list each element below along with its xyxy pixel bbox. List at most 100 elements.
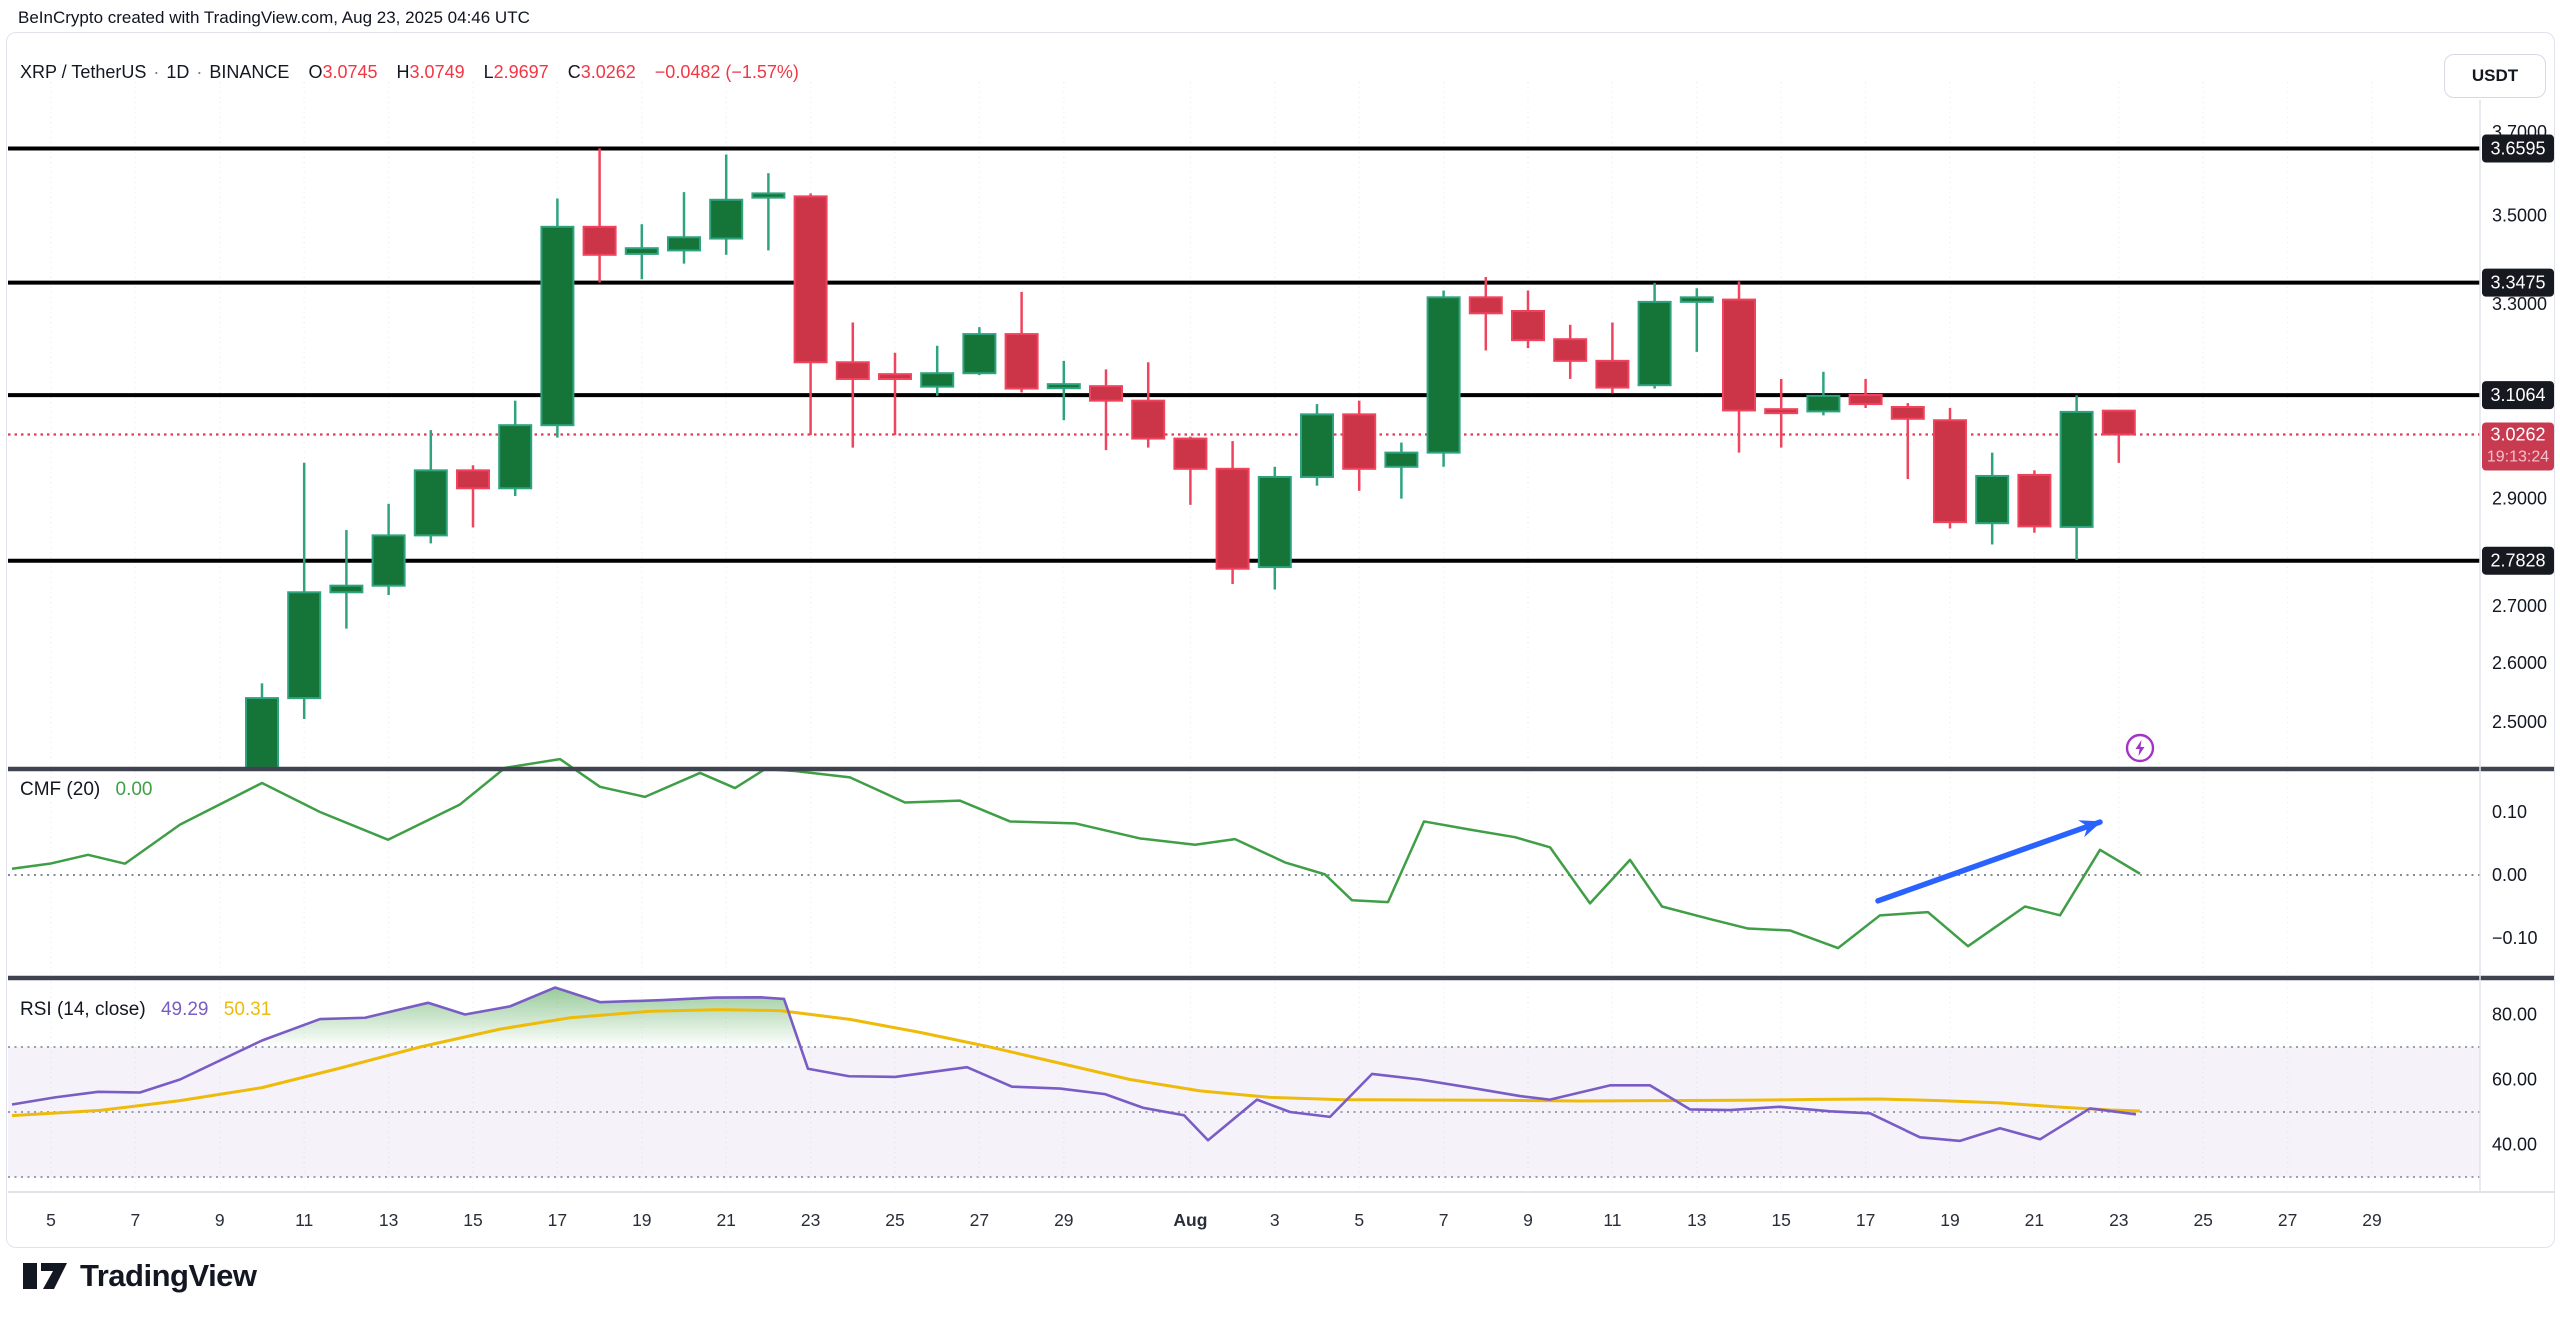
candle-aug-23: [2103, 411, 2135, 435]
svg-text:0.10: 0.10: [2492, 802, 2527, 822]
high-value: 3.0749: [410, 62, 465, 82]
candle-jul-22: [752, 193, 784, 197]
symbol-legend: XRP / TetherUS·1D·BINANCE O3.0745 H3.074…: [20, 62, 799, 83]
change-value: −0.0482 (−1.57%): [655, 62, 799, 82]
svg-text:27: 27: [2278, 1210, 2297, 1230]
candle-aug-7: [1428, 297, 1460, 452]
candle-aug-6: [1385, 453, 1417, 467]
svg-text:60.00: 60.00: [2492, 1070, 2537, 1090]
candle-jul-14: [415, 470, 447, 535]
tradingview-wordmark: TradingView: [80, 1258, 257, 1294]
cmf-line: [12, 759, 2140, 948]
trend-arrow-annotation[interactable]: [1878, 813, 2105, 901]
rsi-value: 49.29: [161, 999, 209, 1020]
svg-text:29: 29: [1054, 1210, 1073, 1230]
svg-text:3: 3: [1270, 1210, 1280, 1230]
svg-text:19:13:24: 19:13:24: [2487, 449, 2549, 466]
tradingview-logo-icon: [22, 1260, 68, 1292]
lightning-icon[interactable]: [2127, 735, 2153, 761]
candle-aug-11: [1596, 361, 1628, 388]
svg-text:11: 11: [1603, 1210, 1621, 1230]
svg-text:9: 9: [215, 1210, 225, 1230]
candle-aug-2: [1217, 469, 1249, 569]
currency-toggle[interactable]: USDT: [2444, 54, 2546, 98]
price-badge-2.7828: 2.7828: [2482, 547, 2554, 575]
svg-text:13: 13: [379, 1210, 398, 1230]
svg-text:2.7000: 2.7000: [2492, 596, 2547, 616]
candle-aug-8: [1470, 297, 1502, 313]
candle-jul-10: [246, 698, 278, 768]
candle-jul-19: [626, 248, 658, 254]
svg-text:15: 15: [463, 1210, 482, 1230]
price-badge-3.1064: 3.1064: [2482, 381, 2554, 409]
low-value: 2.9697: [494, 62, 549, 82]
svg-text:Aug: Aug: [1173, 1210, 1207, 1230]
candle-jul-23: [795, 196, 827, 362]
candle-jul-28: [1006, 334, 1038, 388]
price-badge-3.3475: 3.3475: [2482, 269, 2554, 297]
candle-aug-22: [2061, 412, 2093, 527]
rsi-ma-value: 50.31: [224, 999, 272, 1020]
candle-aug-3: [1259, 477, 1291, 567]
separator: ·: [153, 62, 159, 82]
svg-text:3.5000: 3.5000: [2492, 206, 2547, 226]
interval-label[interactable]: 1D: [166, 62, 189, 82]
svg-text:17: 17: [1856, 1210, 1875, 1230]
open-key: O: [308, 62, 322, 82]
svg-text:13: 13: [1687, 1210, 1706, 1230]
time-axis[interactable]: 57911131517192123252729Aug35791113151719…: [46, 1210, 2382, 1230]
attribution-header: BeInCrypto created with TradingView.com,…: [18, 8, 530, 28]
candle-jul-17: [541, 227, 573, 425]
candle-aug-21: [2018, 475, 2050, 526]
close-value: 3.0262: [581, 62, 636, 82]
svg-text:17: 17: [548, 1210, 567, 1230]
svg-text:40.00: 40.00: [2492, 1135, 2537, 1155]
open-value: 3.0745: [322, 62, 377, 82]
chart-canvas[interactable]: 3.70003.50003.30002.90002.70002.60002.50…: [0, 0, 2560, 1342]
svg-text:3.6595: 3.6595: [2490, 139, 2545, 159]
svg-text:9: 9: [1523, 1210, 1533, 1230]
cmf-value: 0.00: [116, 779, 153, 800]
candle-aug-12: [1639, 302, 1671, 385]
candle-aug-20: [1976, 476, 2008, 523]
svg-text:0.00: 0.00: [2492, 865, 2527, 885]
svg-text:−0.10: −0.10: [2492, 928, 2538, 948]
svg-text:3.0262: 3.0262: [2490, 425, 2545, 445]
candle-jul-11: [288, 592, 320, 698]
candle-jul-18: [584, 227, 616, 255]
candle-jul-15: [457, 470, 489, 488]
candle-aug-13: [1681, 297, 1713, 302]
candle-jul-16: [499, 425, 531, 488]
svg-text:80.00: 80.00: [2492, 1005, 2537, 1025]
separator: ·: [196, 62, 202, 82]
candle-aug-15: [1765, 409, 1797, 413]
svg-text:7: 7: [131, 1210, 141, 1230]
price-badge-3.6595: 3.6595: [2482, 135, 2554, 163]
candle-jul-20: [668, 237, 700, 250]
cmf-pane: [8, 759, 2480, 948]
svg-text:5: 5: [46, 1210, 56, 1230]
svg-text:11: 11: [295, 1210, 313, 1230]
svg-text:25: 25: [2193, 1210, 2212, 1230]
candle-jul-13: [373, 535, 405, 585]
cmf-legend: CMF (20) 0.00: [20, 779, 153, 801]
cmf-label[interactable]: CMF (20): [20, 779, 100, 800]
exchange-label: BINANCE: [209, 62, 289, 82]
candle-jul-24: [837, 362, 869, 379]
svg-text:23: 23: [2109, 1210, 2128, 1230]
tradingview-logo[interactable]: TradingView: [22, 1258, 257, 1294]
candle-aug-17: [1850, 395, 1882, 404]
candle-aug-14: [1723, 300, 1755, 411]
candle-aug-5: [1343, 414, 1375, 468]
svg-text:25: 25: [885, 1210, 904, 1230]
rsi-label[interactable]: RSI (14, close): [20, 999, 146, 1020]
symbol-name[interactable]: XRP / TetherUS: [20, 62, 146, 82]
svg-text:2.6000: 2.6000: [2492, 653, 2547, 673]
svg-text:7: 7: [1439, 1210, 1449, 1230]
candle-aug-16: [1807, 396, 1839, 412]
svg-text:5: 5: [1354, 1210, 1364, 1230]
svg-text:3.3000: 3.3000: [2492, 294, 2547, 314]
candle-aug-1: [1174, 439, 1206, 469]
close-key: C: [568, 62, 581, 82]
svg-text:29: 29: [2362, 1210, 2381, 1230]
